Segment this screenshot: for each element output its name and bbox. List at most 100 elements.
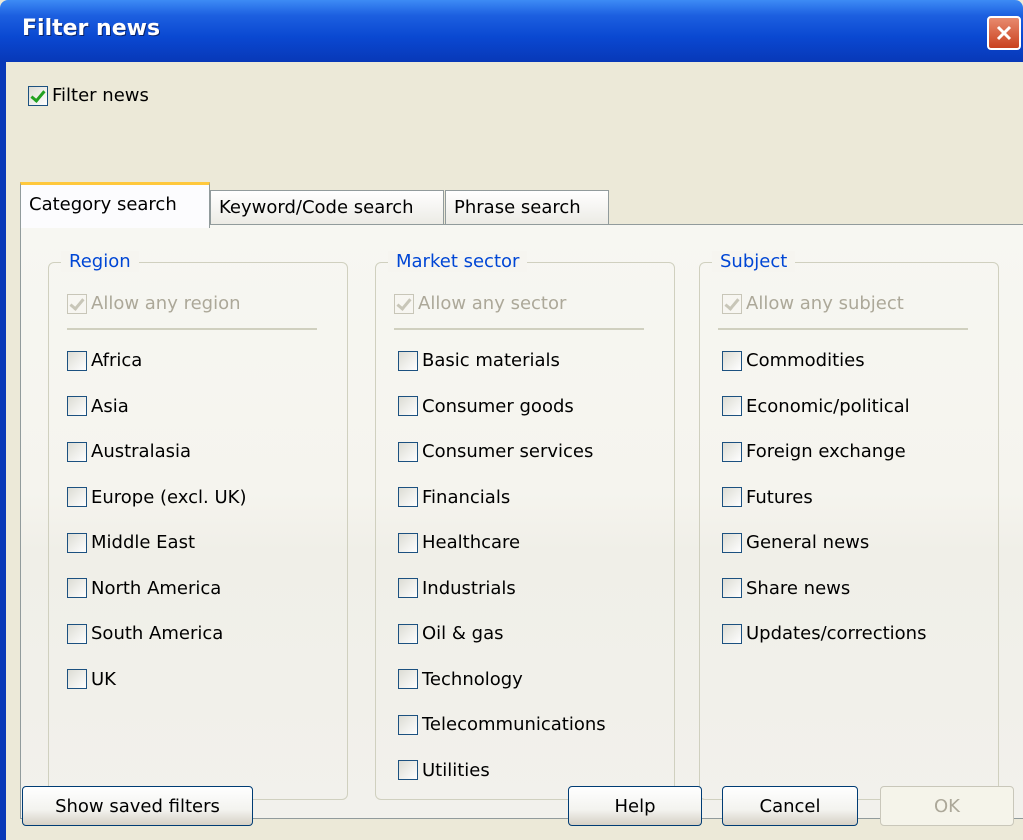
region-item-checkbox[interactable]: Europe (excl. UK) [67,487,246,508]
sector-item-checkbox[interactable]: Consumer goods [398,396,574,417]
close-icon [996,25,1012,41]
checkbox-box[interactable] [67,669,87,689]
subject-title: Subject [712,251,796,272]
show-saved-filters-button[interactable]: Show saved filters [22,786,253,826]
dialog-body: Filter news Category search Keyword/Code… [6,62,1023,840]
region-item-checkbox[interactable]: Australasia [67,441,191,462]
checkbox-box[interactable] [722,578,742,598]
region-item-checkbox[interactable]: Asia [67,396,129,417]
region-item-label: Europe (excl. UK) [91,486,247,508]
checkbox-box[interactable] [722,441,742,462]
cancel-button[interactable]: Cancel [722,786,858,826]
subject-item-label: Foreign exchange [746,441,906,462]
filter-news-checkbox[interactable]: Filter news [28,85,149,106]
checkbox-box[interactable] [67,487,87,507]
region-item-checkbox[interactable]: Middle East [67,532,195,553]
help-button[interactable]: Help [568,786,702,826]
subject-item-checkbox[interactable]: General news [722,532,869,553]
separator [394,328,644,330]
sector-item-label: Oil & gas [422,623,504,644]
sector-item-label: Utilities [422,759,490,781]
subject-item-label: Commodities [746,350,865,371]
tab-category-search[interactable]: Category search [20,182,210,228]
region-item-checkbox[interactable]: UK [67,669,116,690]
title-bar: Filter news [0,0,1023,62]
checkbox-box[interactable] [67,396,87,416]
subject-item-label: Futures [746,486,813,508]
market-sector-title: Market sector [388,251,528,272]
sector-item-checkbox[interactable]: Telecommunications [398,714,606,735]
sector-item-checkbox[interactable]: Industrials [398,578,516,599]
subject-item-checkbox[interactable]: Foreign exchange [722,441,906,462]
checkbox-box[interactable] [67,623,87,644]
checkbox-box[interactable] [722,623,742,644]
tab-phrase-search[interactable]: Phrase search [445,190,609,224]
region-item-label: South America [91,623,224,644]
window-title: Filter news [22,16,161,41]
filter-news-label: Filter news [52,85,149,106]
checkbox-box[interactable] [67,441,87,462]
market-sector-group: Market sector Allow any sector Basic mat… [375,251,675,800]
checkbox-box[interactable] [398,623,418,644]
sector-item-checkbox[interactable]: Consumer services [398,441,593,462]
region-item-label: North America [91,577,222,599]
sector-item-label: Telecommunications [422,714,606,735]
allow-any-region-checkbox: Allow any region [67,293,241,314]
subject-item-label: General news [746,532,870,553]
region-item-label: Asia [91,395,129,417]
sector-item-label: Industrials [422,577,516,599]
sector-item-checkbox[interactable]: Technology [398,669,523,690]
checkbox-box[interactable] [398,760,418,780]
subject-item-label: Share news [746,577,851,599]
checkbox-box[interactable] [722,487,742,507]
checkbox-box[interactable] [67,532,87,553]
checkbox-box[interactable] [28,85,48,106]
checkbox-box[interactable] [398,714,418,735]
sector-item-checkbox[interactable]: Financials [398,487,510,508]
region-group: Region Allow any region Africa Asia Austra… [48,251,348,800]
checkbox-box[interactable] [67,578,87,598]
subject-item-checkbox[interactable]: Futures [722,487,813,508]
sector-item-label: Consumer services [422,441,594,462]
region-title: Region [61,251,139,272]
ok-button[interactable]: OK [880,786,1014,826]
region-item-label: Africa [91,350,143,371]
sector-item-checkbox[interactable]: Healthcare [398,532,520,553]
sector-item-label: Consumer goods [422,395,574,417]
checkbox-box[interactable] [398,669,418,689]
region-item-label: Middle East [91,532,196,553]
sector-item-checkbox[interactable]: Basic materials [398,350,560,371]
separator [67,328,317,330]
subject-item-checkbox[interactable]: Commodities [722,350,865,371]
allow-any-region-label: Allow any region [91,293,241,314]
checkbox-box[interactable] [398,396,418,416]
subject-item-checkbox[interactable]: Share news [722,578,850,599]
sector-item-label: Financials [422,486,511,508]
region-item-checkbox[interactable]: South America [67,623,223,644]
checkbox-box[interactable] [722,396,742,416]
allow-any-subject-checkbox: Allow any subject [722,293,904,314]
region-item-checkbox[interactable]: North America [67,578,221,599]
region-item-checkbox[interactable]: Africa [67,350,142,371]
close-button[interactable] [987,16,1021,50]
checkbox-box[interactable] [398,350,418,371]
subject-item-checkbox[interactable]: Economic/political [722,396,910,417]
checkbox-box[interactable] [67,350,87,371]
sector-item-checkbox[interactable]: Utilities [398,760,490,781]
category-search-panel: Region Allow any region Africa Asia Austra… [20,224,1023,819]
subject-item-label: Economic/political [746,395,910,417]
checkbox-box[interactable] [398,441,418,462]
sector-item-checkbox[interactable]: Oil & gas [398,623,503,644]
sector-item-label: Technology [422,668,523,690]
checkbox-box[interactable] [398,578,418,598]
region-item-label: Australasia [91,441,192,462]
checkbox-box[interactable] [722,350,742,371]
checkbox-box[interactable] [398,532,418,553]
allow-any-sector-checkbox: Allow any sector [394,293,566,314]
subject-item-checkbox[interactable]: Updates/corrections [722,623,926,644]
checkbox-box[interactable] [722,532,742,553]
checkbox-box[interactable] [398,487,418,507]
tab-keyword-code-search[interactable]: Keyword/Code search [210,190,444,224]
checkbox-box [67,293,87,314]
checkbox-box [394,293,414,314]
